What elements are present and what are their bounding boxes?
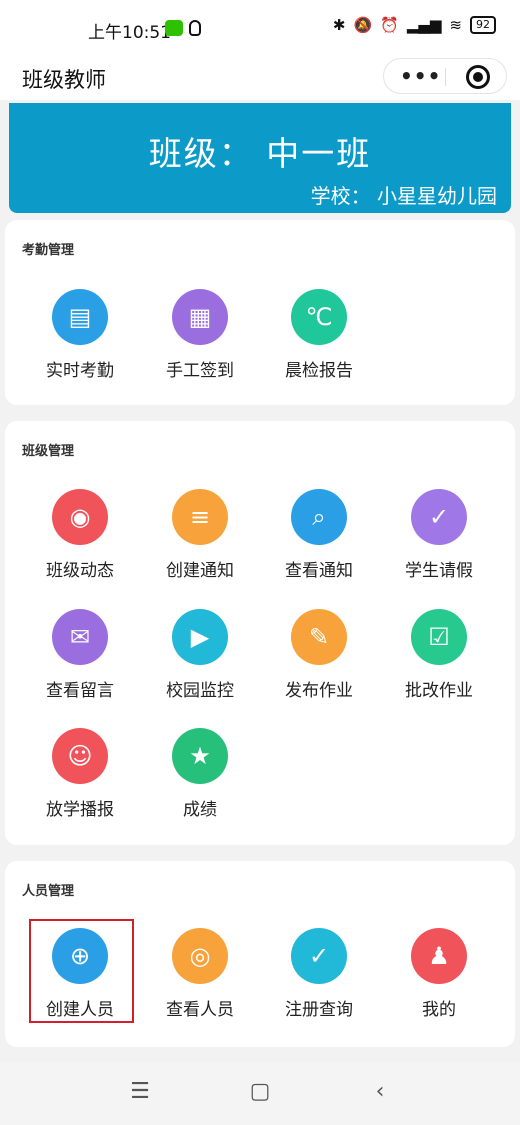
section-title: 班级管理 — [22, 444, 75, 459]
kids-running-icon: ☺ — [52, 728, 108, 784]
target-circle-icon[interactable] — [466, 65, 490, 89]
mini-program-capsule: ••• — [383, 58, 507, 94]
item-label: 实时考勤 — [46, 361, 114, 381]
square-home-icon[interactable]: ▢ — [240, 1079, 280, 1109]
wechat-icon — [165, 20, 183, 36]
tv-play-icon: ▶ — [172, 609, 228, 665]
bluetooth-icon: ✱ — [332, 16, 346, 34]
grid-item-realtime-attendance[interactable]: ▤ 实时考勤 — [30, 289, 130, 381]
class-banner: 班级： 中一班 学校： 小星星幼儿园 — [9, 103, 511, 213]
wifi-icon: ≋ — [449, 16, 462, 34]
person-icon: ♟ — [411, 928, 467, 984]
grid-item-student-leave[interactable]: ✓ 学生请假 — [389, 489, 489, 581]
class-name: 班级： 中一班 — [148, 134, 372, 173]
status-time: 上午10:51 — [88, 23, 171, 43]
item-label: 班级动态 — [46, 561, 114, 581]
signal-icon: ▂▄▆ — [406, 16, 442, 34]
school-name: 学校： 小星星幼儿园 — [310, 184, 497, 208]
alarm-icon: ⏰ — [380, 16, 399, 34]
mute-icon: 🔕 — [353, 16, 373, 34]
class-management-section: 班级管理 ◉ 班级动态 ≡ 创建通知 ⌕ 查看通知 ✓ 学生请假 ✉ 查看留言 … — [5, 421, 515, 845]
item-label: 创建通知 — [166, 561, 234, 581]
qq-icon — [189, 20, 201, 36]
pencil-icon: ✎ — [291, 609, 347, 665]
item-label: 手工签到 — [166, 361, 234, 381]
status-bar: 上午10:51 ✱ 🔕 ⏰ ▂▄▆ ≋ 92 — [0, 0, 520, 58]
leave-check-icon: ✓ — [411, 489, 467, 545]
message-search-icon: ✉ — [52, 609, 108, 665]
document-hand-icon: ▦ — [172, 289, 228, 345]
star-award-icon: ★ — [172, 728, 228, 784]
item-label: 校园监控 — [166, 681, 234, 701]
item-label: 发布作业 — [285, 681, 353, 701]
thermometer-icon: ℃ — [291, 289, 347, 345]
grid-item-view-notice[interactable]: ⌕ 查看通知 — [269, 489, 369, 581]
document-add-icon: ≡ — [172, 489, 228, 545]
item-label: 查看通知 — [285, 561, 353, 581]
capsule-divider — [445, 68, 446, 86]
grid-item-scores[interactable]: ★ 成绩 — [150, 728, 250, 820]
page-title: 班级教师 — [22, 68, 106, 92]
grid-item-registration-query[interactable]: ✓ 注册查询 — [269, 928, 369, 1020]
document-check-icon: ☑ — [411, 609, 467, 665]
item-label: 学生请假 — [405, 561, 473, 581]
grid-item-view-messages[interactable]: ✉ 查看留言 — [30, 609, 130, 701]
grid-item-grade-homework[interactable]: ☑ 批改作业 — [389, 609, 489, 701]
item-label: 成绩 — [183, 800, 217, 820]
more-dots-icon[interactable]: ••• — [400, 64, 441, 88]
item-label: 注册查询 — [285, 1000, 353, 1020]
status-icons: ✱ 🔕 ⏰ ▂▄▆ ≋ 92 — [333, 16, 496, 34]
grid-item-morning-report[interactable]: ℃ 晨检报告 — [269, 289, 369, 381]
item-label: 放学播报 — [46, 800, 114, 820]
battery-icon: 92 — [470, 16, 496, 34]
section-title: 人员管理 — [22, 884, 75, 899]
document-search-icon: ⌕ — [291, 489, 347, 545]
grid-item-mine[interactable]: ♟ 我的 — [389, 928, 489, 1020]
grid-item-create-notice[interactable]: ≡ 创建通知 — [150, 489, 250, 581]
grid-item-dismissal-broadcast[interactable]: ☺ 放学播报 — [30, 728, 130, 820]
aperture-icon: ◉ — [52, 489, 108, 545]
item-label: 晨检报告 — [285, 361, 353, 381]
title-bar: 班级教师 ••• — [0, 58, 520, 100]
users-icon: ◎ — [172, 928, 228, 984]
item-label: 批改作业 — [405, 681, 473, 701]
item-label: 我的 — [422, 1000, 456, 1020]
grid-item-manual-checkin[interactable]: ▦ 手工签到 — [150, 289, 250, 381]
item-label: 查看留言 — [46, 681, 114, 701]
user-check-icon: ✓ — [291, 928, 347, 984]
section-title: 考勤管理 — [22, 243, 75, 258]
grid-item-publish-homework[interactable]: ✎ 发布作业 — [269, 609, 369, 701]
system-nav-bar: ☰ ▢ ‹ — [0, 1063, 520, 1125]
back-chevron-icon[interactable]: ‹ — [360, 1079, 400, 1109]
menu-lines-icon[interactable]: ☰ — [120, 1079, 160, 1109]
selection-highlight — [29, 919, 134, 1023]
calendar-check-icon: ▤ — [52, 289, 108, 345]
grid-item-campus-monitor[interactable]: ▶ 校园监控 — [150, 609, 250, 701]
attendance-section: 考勤管理 ▤ 实时考勤 ▦ 手工签到 ℃ 晨检报告 — [5, 220, 515, 405]
grid-item-class-news[interactable]: ◉ 班级动态 — [30, 489, 130, 581]
grid-item-view-staff[interactable]: ◎ 查看人员 — [150, 928, 250, 1020]
item-label: 查看人员 — [166, 1000, 234, 1020]
